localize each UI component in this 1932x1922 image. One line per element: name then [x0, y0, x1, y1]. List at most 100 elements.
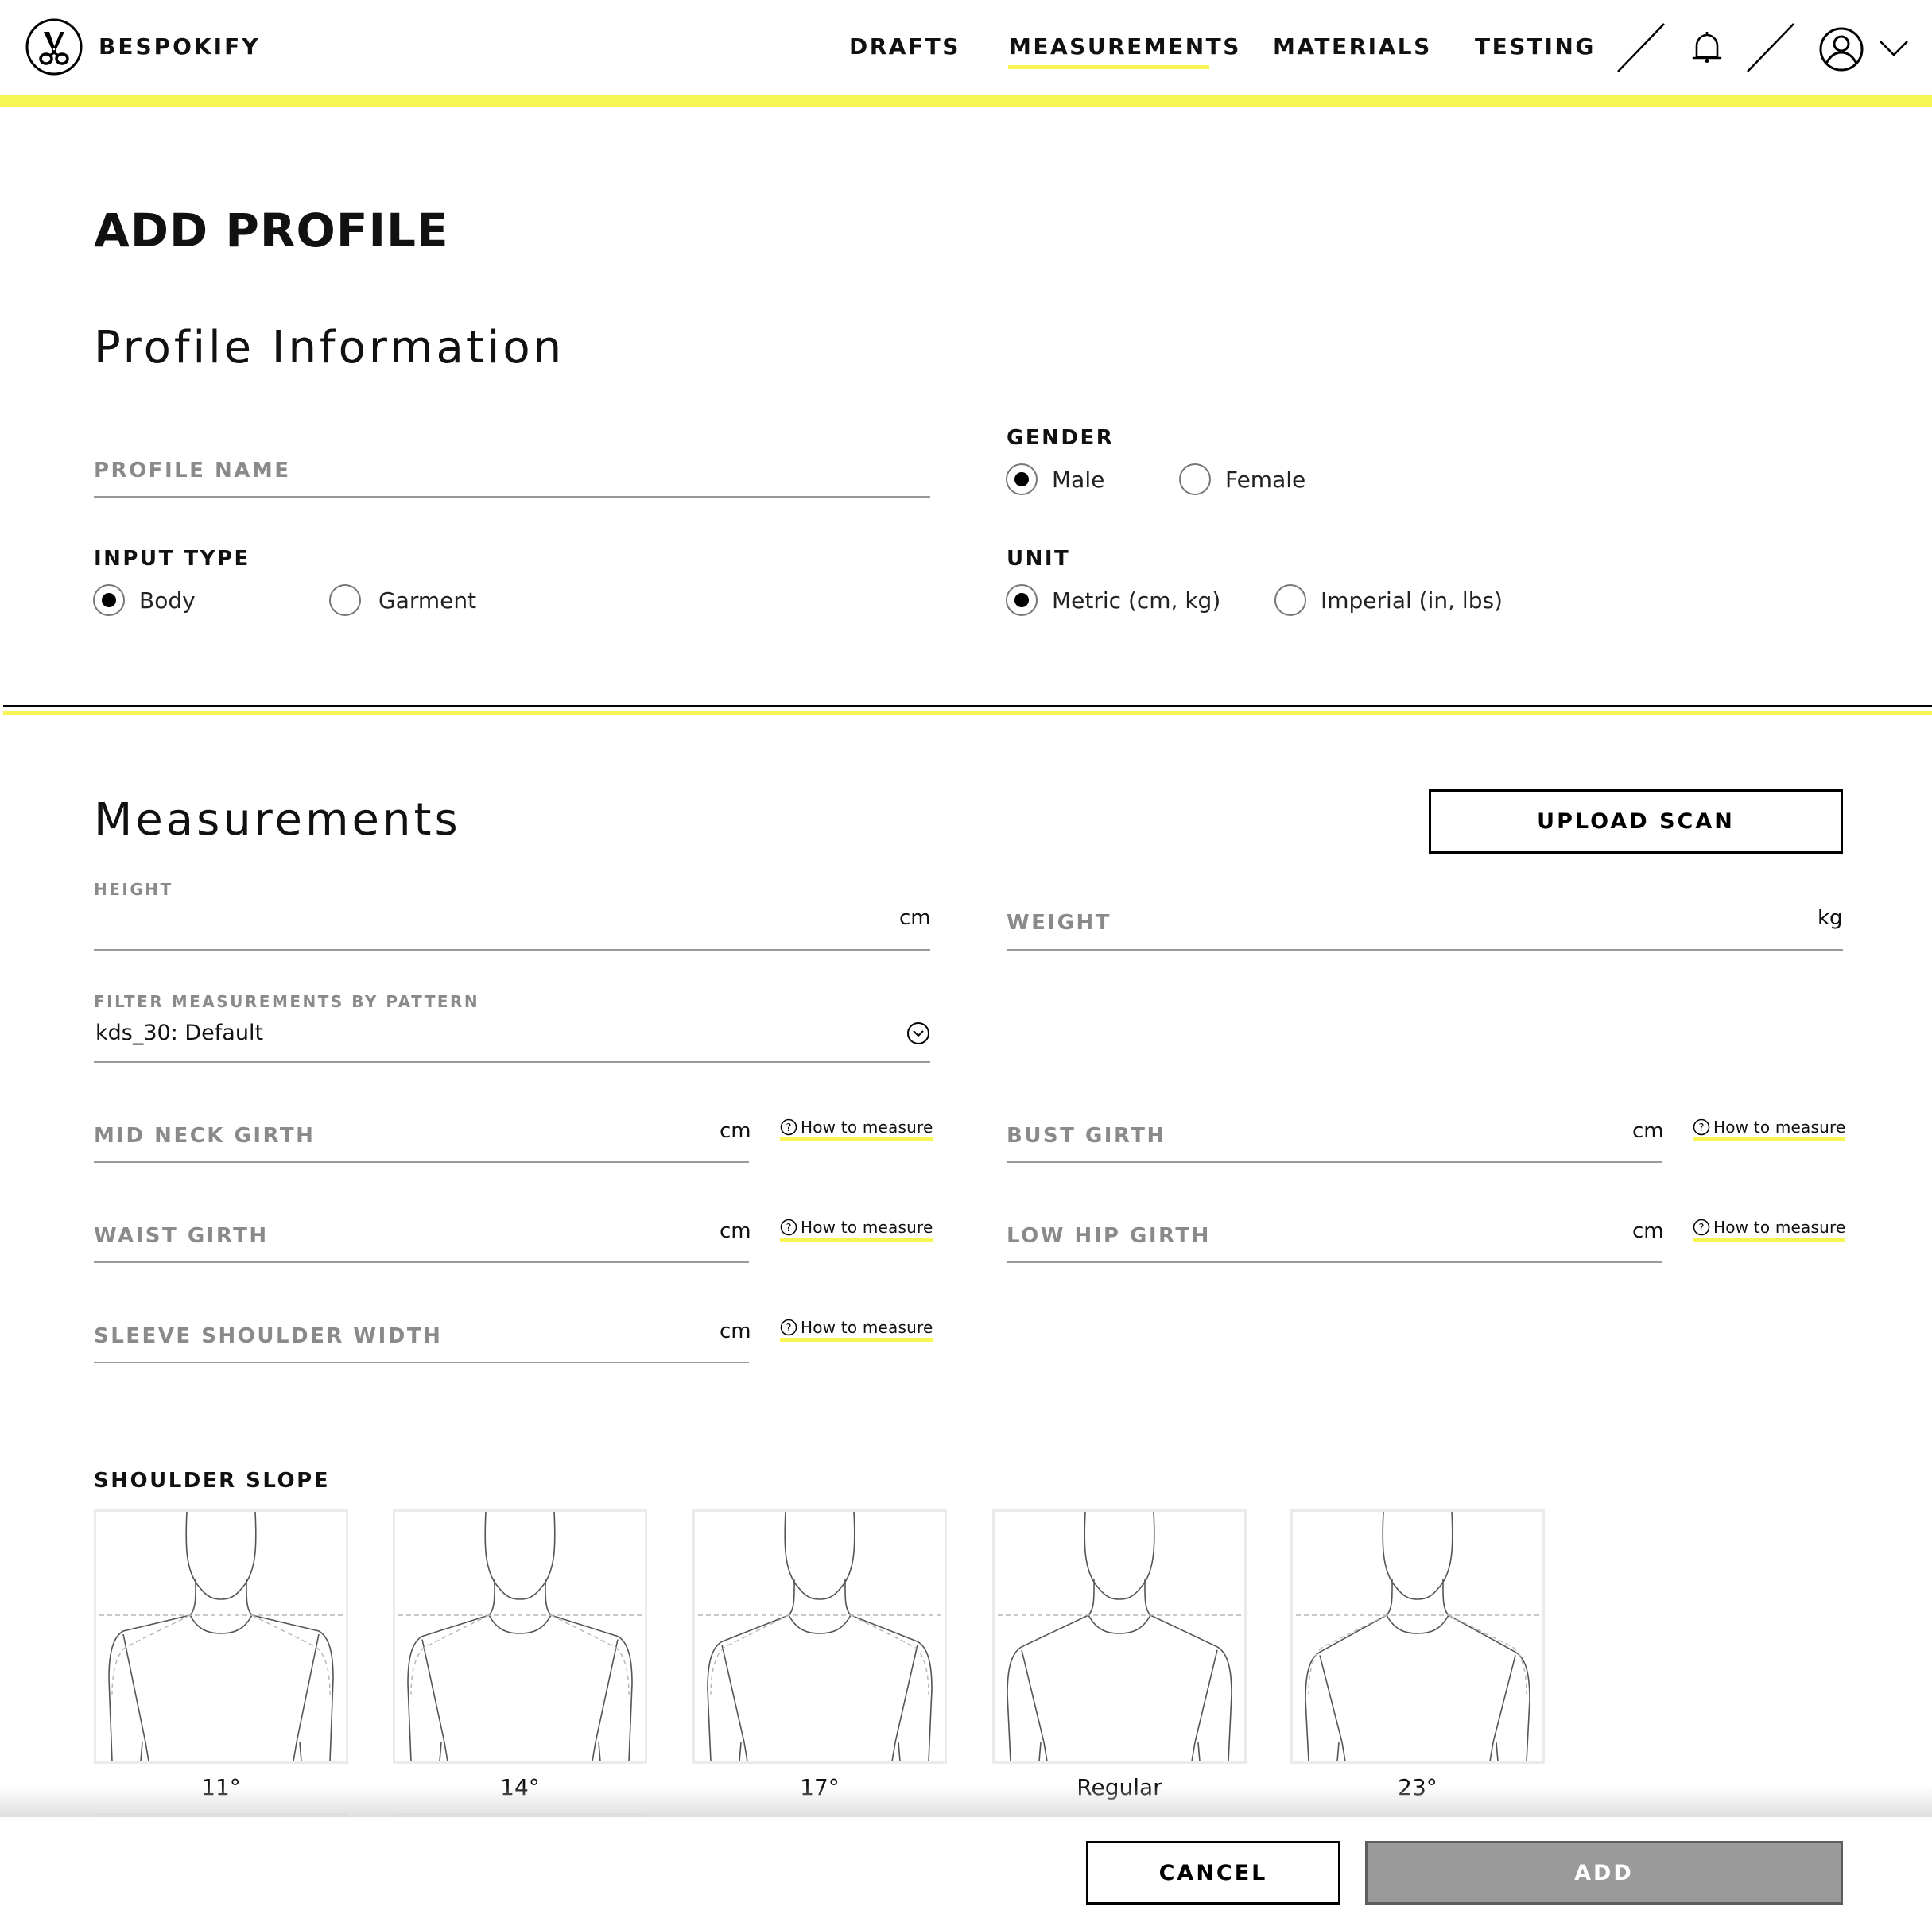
nav-testing[interactable]: TESTING	[1475, 33, 1596, 60]
nav-drafts[interactable]: DRAFTS	[849, 33, 960, 60]
help-circle-icon: ?	[1693, 1118, 1710, 1135]
weight-unit: kg	[1818, 906, 1843, 930]
waist-girth-underline	[94, 1261, 749, 1263]
user-avatar-icon[interactable]	[1818, 26, 1864, 72]
mannequin-outline	[850, 1614, 933, 1761]
add-button[interactable]: ADD	[1365, 1841, 1843, 1905]
radio-button-checked[interactable]	[1006, 463, 1038, 495]
gender-male-radio[interactable]: Male	[1006, 463, 1104, 495]
mannequin-outline	[1191, 1649, 1218, 1761]
mannequin-illustration	[698, 1512, 941, 1761]
mannequin-outline	[185, 1512, 257, 1600]
upload-scan-button[interactable]: UPLOAD SCAN	[1429, 789, 1843, 854]
mannequin-outline	[484, 1512, 556, 1600]
mannequin-outline	[788, 1614, 852, 1634]
filter-pattern-select[interactable]: kds_30: Default	[95, 1021, 263, 1045]
mannequin-outline	[1007, 1614, 1089, 1761]
mannequin-outline	[844, 1578, 852, 1616]
chevron-down-circle-icon[interactable]	[906, 1021, 930, 1045]
radio-button-unchecked[interactable]	[1179, 463, 1211, 495]
mannequin-outline	[488, 1578, 495, 1616]
weight-input[interactable]	[1007, 906, 1802, 943]
height-input[interactable]	[94, 906, 881, 943]
input-type-body-radio[interactable]: Body	[93, 584, 196, 616]
input-type-garment-radio[interactable]: Garment	[329, 584, 476, 616]
mannequin-outline	[1448, 1614, 1530, 1761]
separator-slash-icon	[1617, 23, 1665, 72]
measurements-heading: Measurements	[94, 794, 461, 846]
nav-measurements[interactable]: MEASUREMENTS	[1009, 33, 1241, 60]
bell-icon[interactable]	[1690, 30, 1724, 65]
action-bar-shadow	[0, 1785, 1932, 1817]
mannequin-outline	[592, 1639, 619, 1761]
scissors-logo-icon[interactable]	[25, 17, 83, 76]
sleeve-shoulder-width-placeholder: SLEEVE SHOULDER WIDTH	[94, 1324, 443, 1348]
radio-label: Metric (cm, kg)	[1052, 587, 1221, 614]
mannequin-outline	[1088, 1578, 1095, 1616]
help-circle-icon: ?	[780, 1118, 797, 1135]
nav-materials[interactable]: MATERIALS	[1273, 33, 1432, 60]
header-accent-band	[0, 95, 1932, 107]
filter-pattern-label: FILTER MEASUREMENTS BY PATTERN	[94, 992, 480, 1011]
mannequin-outline	[1386, 1614, 1449, 1634]
profile-information-heading: Profile Information	[94, 322, 565, 374]
radio-label: Garment	[378, 587, 477, 614]
shoulder-slope-option[interactable]	[393, 1509, 647, 1764]
chevron-down-icon[interactable]	[1878, 38, 1910, 59]
radio-button-checked[interactable]	[1006, 584, 1038, 616]
mannequin-outline	[598, 1742, 601, 1761]
mannequin-outline	[891, 1645, 918, 1761]
help-circle-icon: ?	[780, 1319, 797, 1335]
radio-label: Body	[139, 587, 196, 614]
low-hip-girth-underline	[1007, 1261, 1662, 1263]
bust-girth-underline	[1007, 1161, 1662, 1163]
mannequin-outline	[293, 1633, 320, 1761]
how-to-measure-link[interactable]: ? How to measure	[1693, 1218, 1846, 1242]
gender-label: GENDER	[1007, 426, 1115, 450]
sleeve-shoulder-width-unit: cm	[720, 1319, 751, 1343]
how-to-measure-link[interactable]: ? How to measure	[780, 1318, 933, 1342]
mannequin-outline	[1021, 1649, 1048, 1761]
how-to-measure-link[interactable]: ? How to measure	[780, 1118, 933, 1141]
how-to-measure-link[interactable]: ? How to measure	[1693, 1118, 1846, 1141]
mannequin-outline	[1386, 1578, 1393, 1616]
unit-imperial-radio[interactable]: Imperial (in, lbs)	[1274, 584, 1503, 616]
mannequin-outline	[707, 1614, 789, 1761]
radio-button-unchecked[interactable]	[329, 584, 361, 616]
unit-metric-radio[interactable]: Metric (cm, kg)	[1006, 584, 1220, 616]
comparison-outline	[1308, 1614, 1527, 1695]
mannequin-outline	[1197, 1742, 1201, 1761]
mannequin-outline	[1382, 1512, 1453, 1600]
mannequin-outline	[545, 1578, 552, 1616]
mannequin-outline	[189, 1614, 253, 1634]
radio-button-checked[interactable]	[93, 584, 125, 616]
radio-button-unchecked[interactable]	[1274, 584, 1306, 616]
mannequin-outline	[488, 1614, 552, 1634]
mannequin-outline	[1496, 1742, 1499, 1761]
shoulder-slope-option[interactable]	[94, 1509, 348, 1764]
weight-underline	[1007, 949, 1843, 951]
shoulder-slope-option[interactable]	[692, 1509, 947, 1764]
filter-pattern-underline	[94, 1061, 930, 1063]
height-underline	[94, 949, 930, 951]
mannequin-outline	[721, 1645, 748, 1761]
radio-label: Male	[1052, 466, 1105, 493]
mannequin-outline	[189, 1578, 196, 1616]
mannequin-outline	[407, 1614, 490, 1761]
mannequin-outline	[108, 1614, 191, 1761]
mannequin-outline	[898, 1742, 901, 1761]
shoulder-slope-option[interactable]	[992, 1509, 1247, 1764]
cancel-button[interactable]: CANCEL	[1086, 1841, 1340, 1905]
shoulder-slope-option[interactable]	[1290, 1509, 1545, 1764]
gender-female-radio[interactable]: Female	[1179, 463, 1305, 495]
section-divider	[3, 705, 1932, 707]
how-to-measure-link[interactable]: ? How to measure	[780, 1218, 933, 1242]
mannequin-illustration	[998, 1512, 1241, 1761]
mannequin-outline	[739, 1742, 742, 1761]
mannequin-outline	[1442, 1578, 1449, 1616]
mannequin-outline	[550, 1614, 633, 1761]
mannequin-illustration	[1296, 1512, 1539, 1761]
mannequin-outline	[1489, 1655, 1516, 1761]
shoulder-slope-label: SHOULDER SLOPE	[94, 1469, 330, 1493]
section-divider-accent	[3, 711, 1932, 715]
